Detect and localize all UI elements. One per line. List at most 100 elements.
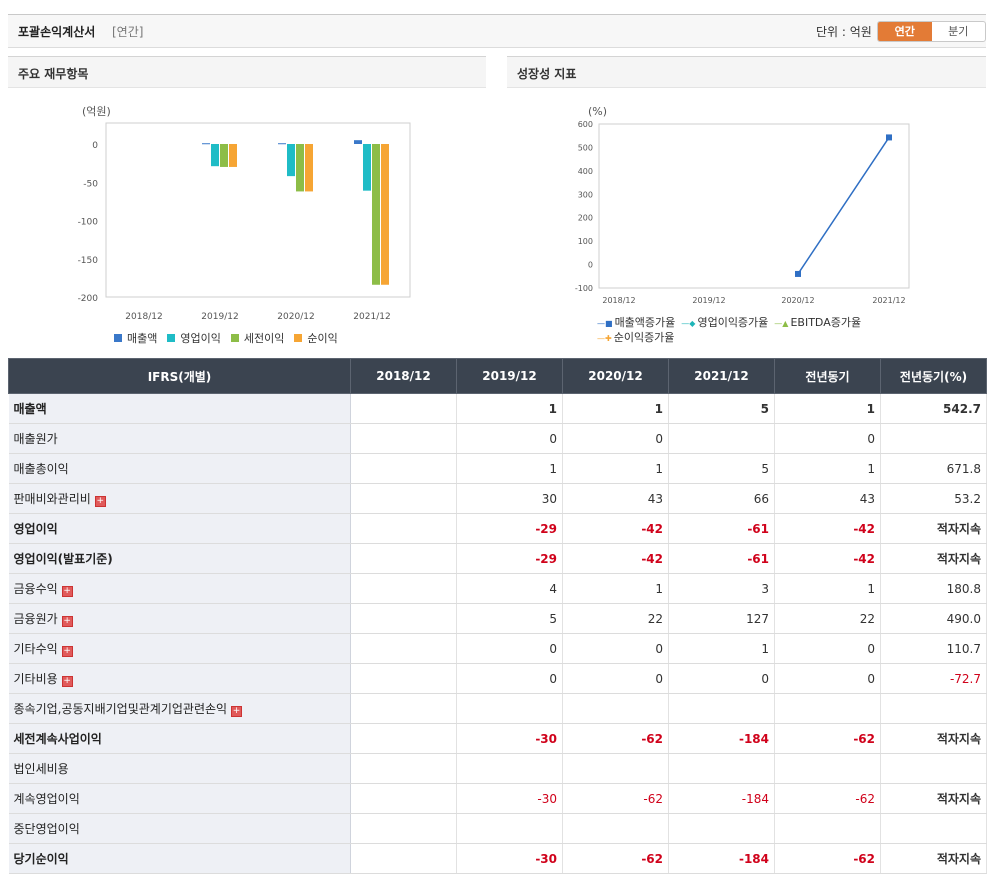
table-cell: [668, 693, 775, 724]
table-cell: [774, 693, 881, 724]
growth-line-chart: (%) 600 500 400 300 200 100 0 -100 2018/12 2019/12…: [575, 105, 910, 305]
annual-toggle-button[interactable]: 연간: [878, 22, 932, 41]
period-toggle: 연간 분기: [877, 21, 986, 42]
table-cell: 0: [456, 663, 563, 694]
table-cell: 542.7: [880, 393, 987, 424]
row-label-text: 당기순이익: [13, 852, 69, 866]
row-label: 당기순이익: [8, 843, 351, 874]
header-period-6: 전년동기(%): [880, 358, 987, 394]
x-tick-label: 2021/12: [872, 296, 905, 305]
table-cell: 490.0: [880, 603, 987, 634]
table-cell: 0: [774, 663, 881, 694]
table-row: 매출액 1 1 5 1 542.7: [8, 393, 987, 424]
table-row: 기타수익 +0 0 1 0 110.7: [8, 633, 987, 664]
legend-label: 영업이익: [180, 332, 221, 345]
row-label-text: 종속기업,공동지배기업및관계기업관련손익: [13, 702, 228, 716]
table-cell: [350, 753, 457, 784]
bar: [381, 144, 389, 285]
header-accounting-standard: IFRS(개별): [8, 358, 351, 394]
table-cell: -29: [456, 513, 563, 544]
table-cell: -42: [774, 513, 881, 544]
header-period-3: 2020/12: [562, 358, 669, 394]
y-axis-unit: (억원): [82, 105, 111, 118]
period-subtitle: [연간]: [112, 25, 144, 39]
row-label-text: 매출액: [13, 402, 47, 416]
x-tick-label: 2020/12: [781, 296, 814, 305]
table-cell: [350, 453, 457, 484]
bar: [220, 144, 228, 167]
table-cell: -42: [562, 543, 669, 574]
y-tick-label: 0: [588, 261, 593, 270]
line-chart-legend: —■ 매출액증가율 —◆ 영업이익증가율 —▲ EBITDA증가율 —✚ 순이익증가율: [597, 316, 897, 346]
y-tick-label: -100: [78, 218, 99, 228]
bar: [278, 143, 286, 145]
table-cell: [668, 753, 775, 784]
legend-marker-icon: —◆: [681, 319, 696, 328]
table-cell: 66: [668, 483, 775, 514]
table-cell: -62: [774, 783, 881, 814]
table-cell: [880, 813, 987, 844]
table-cell: -62: [774, 843, 881, 874]
income-statement-table: IFRS(개별) 2018/12 2019/12 2020/12 2021/12 전년동기…: [8, 358, 987, 874]
y-tick-label: 200: [578, 214, 593, 223]
table-row: 당기순이익 -30 -62 -184 -62 적자지속: [8, 843, 987, 874]
row-label: 법인세비용: [8, 753, 351, 784]
table-cell: [350, 393, 457, 424]
row-label-text: 매출총이익: [13, 462, 69, 476]
table-cell: -42: [562, 513, 669, 544]
legend-item: 매출액: [114, 330, 157, 346]
table-cell: [774, 813, 881, 844]
table-cell: [456, 813, 563, 844]
expand-plus-icon[interactable]: +: [94, 496, 106, 507]
table-cell: 0: [774, 633, 881, 664]
table-cell: [562, 753, 669, 784]
table-cell: 0: [456, 423, 563, 454]
table-cell: 적자지속: [880, 843, 987, 874]
legend-item: —✚ 순이익증가율: [597, 331, 674, 346]
table-cell: -30: [456, 783, 563, 814]
table-cell: 22: [774, 603, 881, 634]
y-tick-label: 400: [578, 167, 593, 176]
expand-plus-icon[interactable]: +: [61, 616, 73, 627]
row-label: 세전계속사업이익: [8, 723, 351, 754]
legend-label: 매출액: [127, 332, 158, 345]
table-cell: 110.7: [880, 633, 987, 664]
table-cell: [880, 693, 987, 724]
table-cell: 1: [562, 393, 669, 424]
table-cell: -184: [668, 723, 775, 754]
table-row: 금융원가 +5 22 127 22 490.0: [8, 603, 987, 634]
bar: [202, 143, 210, 145]
row-label-text: 기타비용: [13, 672, 58, 686]
expand-plus-icon[interactable]: +: [61, 646, 73, 657]
y-tick-label: -200: [78, 294, 99, 304]
table-row: 종속기업,공동지배기업및관계기업관련손익 +: [8, 693, 987, 724]
expand-plus-icon[interactable]: +: [61, 586, 73, 597]
row-label: 중단영업이익: [8, 813, 351, 844]
y-tick-label: -50: [83, 179, 98, 189]
table-cell: 1: [456, 453, 563, 484]
table-cell: 127: [668, 603, 775, 634]
row-label: 판매비와관리비 +: [8, 483, 351, 514]
table-cell: [350, 843, 457, 874]
quarter-toggle-button[interactable]: 분기: [932, 22, 986, 41]
table-cell: 1: [774, 453, 881, 484]
expand-plus-icon[interactable]: +: [61, 676, 73, 687]
row-label: 금융수익 +: [8, 573, 351, 604]
legend-swatch: [294, 334, 303, 342]
row-label: 매출총이익: [8, 453, 351, 484]
data-point: [886, 134, 892, 141]
expand-plus-icon[interactable]: +: [231, 706, 243, 717]
table-cell: 671.8: [880, 453, 987, 484]
header-period-2: 2019/12: [456, 358, 563, 394]
table-row: 영업이익(발표기준) -29 -42 -61 -42 적자지속: [8, 543, 987, 574]
legend-item: 순이익: [294, 330, 338, 346]
y-tick-label: -150: [78, 256, 99, 266]
x-tick-label: 2018/12: [602, 296, 635, 305]
legend-item: 세전이익: [230, 330, 284, 346]
table-cell: 1: [774, 573, 881, 604]
table-cell: [774, 753, 881, 784]
bar: [287, 144, 295, 177]
table-row: 세전계속사업이익 -30 -62 -184 -62 적자지속: [8, 723, 987, 754]
table-cell: -62: [562, 723, 669, 754]
table-row: 매출원가 0 0 0: [8, 423, 987, 454]
